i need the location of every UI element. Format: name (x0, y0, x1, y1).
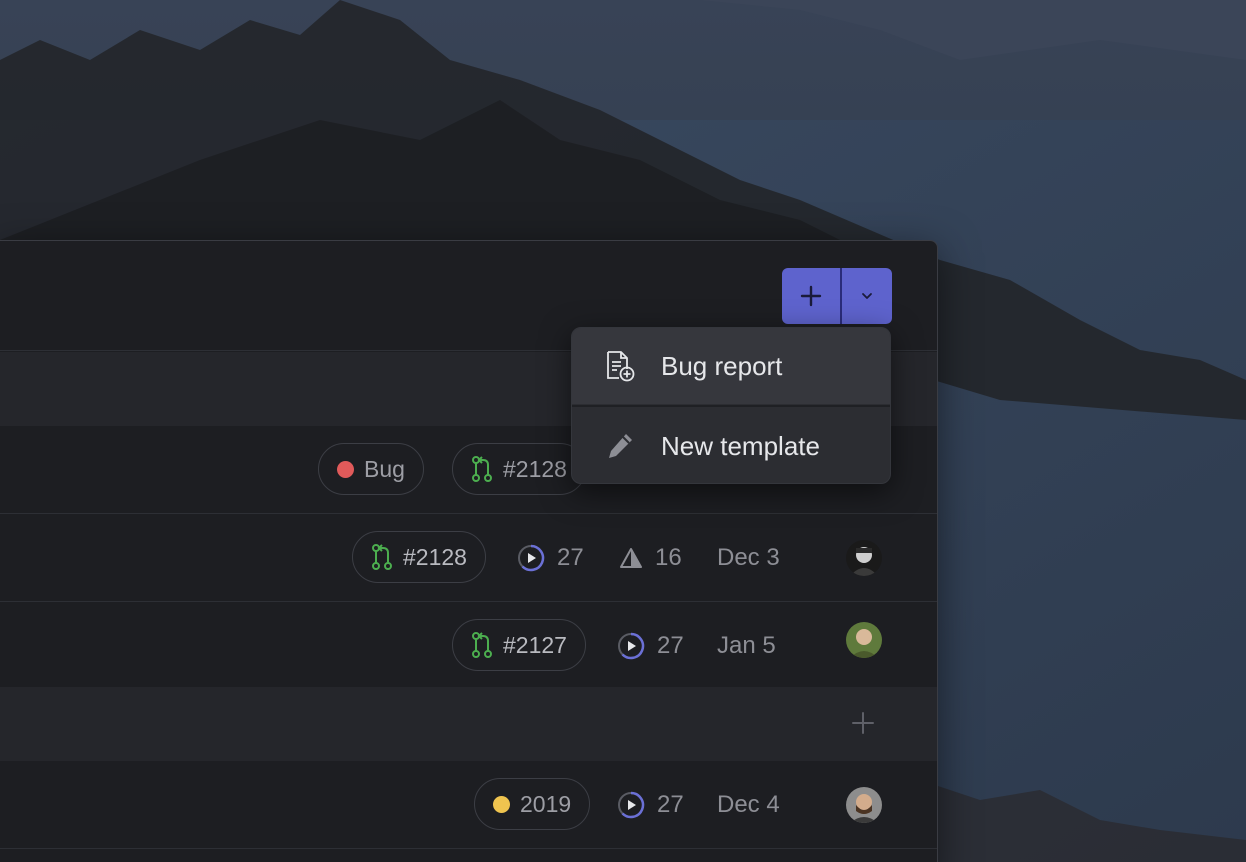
pull-request-number: #2128 (503, 455, 567, 482)
menu-item-bug-report[interactable]: Bug report (572, 328, 890, 404)
due-date: Jan 5 (717, 632, 776, 659)
user-avatar[interactable] (846, 540, 882, 576)
label-dot (493, 795, 510, 813)
cycle-number: 27 (557, 544, 584, 571)
pull-request-icon (472, 632, 492, 658)
pull-request-number: #2127 (503, 631, 567, 658)
plus-icon (800, 285, 822, 307)
pull-request-number: #2128 (403, 543, 467, 570)
pencil-icon (609, 434, 632, 458)
label-text: 2019 (520, 790, 572, 817)
issue-row[interactable]: #2128 27 16 Dec 3 (0, 514, 937, 602)
new-issue-button[interactable] (782, 268, 842, 324)
cycle-indicator[interactable]: 27 (617, 790, 684, 820)
pull-request-icon (472, 456, 492, 482)
avatar-image (846, 787, 882, 823)
menu-item-label: New template (661, 430, 820, 461)
cycle-icon (518, 544, 545, 572)
due-date: Dec 3 (717, 544, 780, 571)
user-avatar[interactable] (846, 622, 882, 658)
cycle-icon (618, 632, 645, 660)
cycle-number: 27 (657, 791, 684, 818)
label-text: Bug (364, 455, 405, 482)
issue-row[interactable]: #2127 27 Jan 5 (0, 602, 937, 690)
plus-icon[interactable] (851, 711, 875, 735)
estimate-triangle-icon (620, 548, 642, 568)
label-pill[interactable]: 2019 (474, 778, 591, 830)
cycle-number: 27 (657, 632, 684, 659)
issue-row[interactable]: 2019 27 Dec 4 (0, 761, 937, 849)
estimate-indicator[interactable]: 16 (619, 543, 682, 573)
pull-request-pill[interactable]: #2127 (452, 619, 586, 671)
pull-request-pill[interactable]: #2128 (452, 443, 586, 495)
estimate-value: 16 (655, 544, 682, 571)
label-pill[interactable]: Bug (318, 443, 424, 495)
chevron-down-icon (862, 293, 872, 299)
group-header (0, 687, 937, 761)
menu-separator (572, 405, 890, 407)
document-add-icon (607, 351, 635, 382)
new-issue-menu-toggle[interactable] (842, 268, 892, 324)
due-date: Dec 4 (717, 791, 780, 818)
pull-request-icon (372, 544, 392, 570)
menu-item-new-template[interactable]: New template (572, 408, 890, 483)
cycle-indicator[interactable]: 27 (617, 631, 684, 661)
avatar-image (846, 540, 882, 576)
new-issue-split-button[interactable] (782, 268, 892, 324)
cycle-indicator[interactable]: 27 (517, 543, 584, 573)
pull-request-pill[interactable]: #2128 (352, 531, 486, 583)
new-issue-dropdown-menu: Bug report New template (571, 327, 891, 484)
cycle-icon (618, 791, 645, 819)
label-dot (337, 460, 354, 478)
menu-item-label: Bug report (661, 350, 783, 381)
avatar-image (846, 622, 882, 658)
user-avatar[interactable] (846, 787, 882, 823)
